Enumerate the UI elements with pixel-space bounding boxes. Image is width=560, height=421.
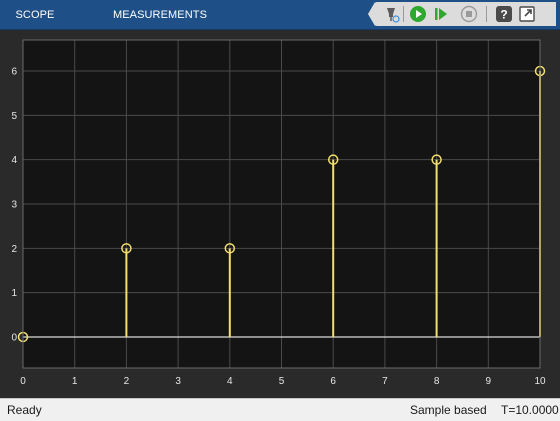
tab-measurements[interactable]: MEASUREMENTS	[110, 0, 210, 29]
x-tick-label: 5	[279, 376, 285, 387]
stem-plot[interactable]: 0 1 2 3 4 5 6 7 8 9 10 0 1 2 3 4 5 6	[0, 30, 560, 398]
stop-icon[interactable]	[460, 5, 478, 23]
scope-plot-panel: 0 1 2 3 4 5 6 7 8 9 10 0 1 2 3 4 5 6	[0, 30, 560, 398]
y-tick-label: 5	[11, 111, 17, 122]
status-sample-mode: Sample based	[410, 403, 487, 417]
x-tick-label: 3	[175, 376, 181, 387]
y-tick-label: 1	[11, 288, 17, 299]
tab-scope[interactable]: SCOPE	[10, 0, 60, 29]
run-icon[interactable]	[409, 5, 427, 23]
y-tick-label: 4	[11, 155, 17, 166]
x-tick-label: 4	[227, 376, 233, 387]
x-tick-label: 10	[534, 376, 546, 387]
help-icon[interactable]: ?	[495, 5, 513, 23]
status-bar: Ready Sample based T=10.0000	[0, 398, 560, 421]
status-time: T=10.0000	[501, 403, 559, 417]
toolbar-separator	[403, 6, 404, 22]
quick-access-toolbar: ?	[374, 2, 556, 26]
undock-icon[interactable]	[518, 5, 536, 23]
step-forward-icon[interactable]	[432, 5, 450, 23]
x-tick-label: 2	[124, 376, 130, 387]
x-tick-label: 8	[434, 376, 440, 387]
toolstrip: SCOPE MEASUREMENTS ?	[0, 0, 560, 30]
x-tick-label: 1	[72, 376, 78, 387]
x-tick-label: 6	[330, 376, 336, 387]
status-ready: Ready	[7, 403, 42, 417]
toolbar-separator	[486, 6, 487, 22]
svg-text:?: ?	[500, 8, 507, 22]
x-tick-label: 9	[486, 376, 492, 387]
x-tick-label: 7	[382, 376, 388, 387]
highlight-signal-icon[interactable]	[382, 5, 400, 23]
y-tick-label: 0	[11, 332, 17, 343]
y-tick-label: 2	[11, 244, 17, 255]
x-tick-label: 0	[20, 376, 26, 387]
y-tick-label: 3	[11, 200, 17, 211]
y-tick-label: 6	[11, 67, 17, 78]
